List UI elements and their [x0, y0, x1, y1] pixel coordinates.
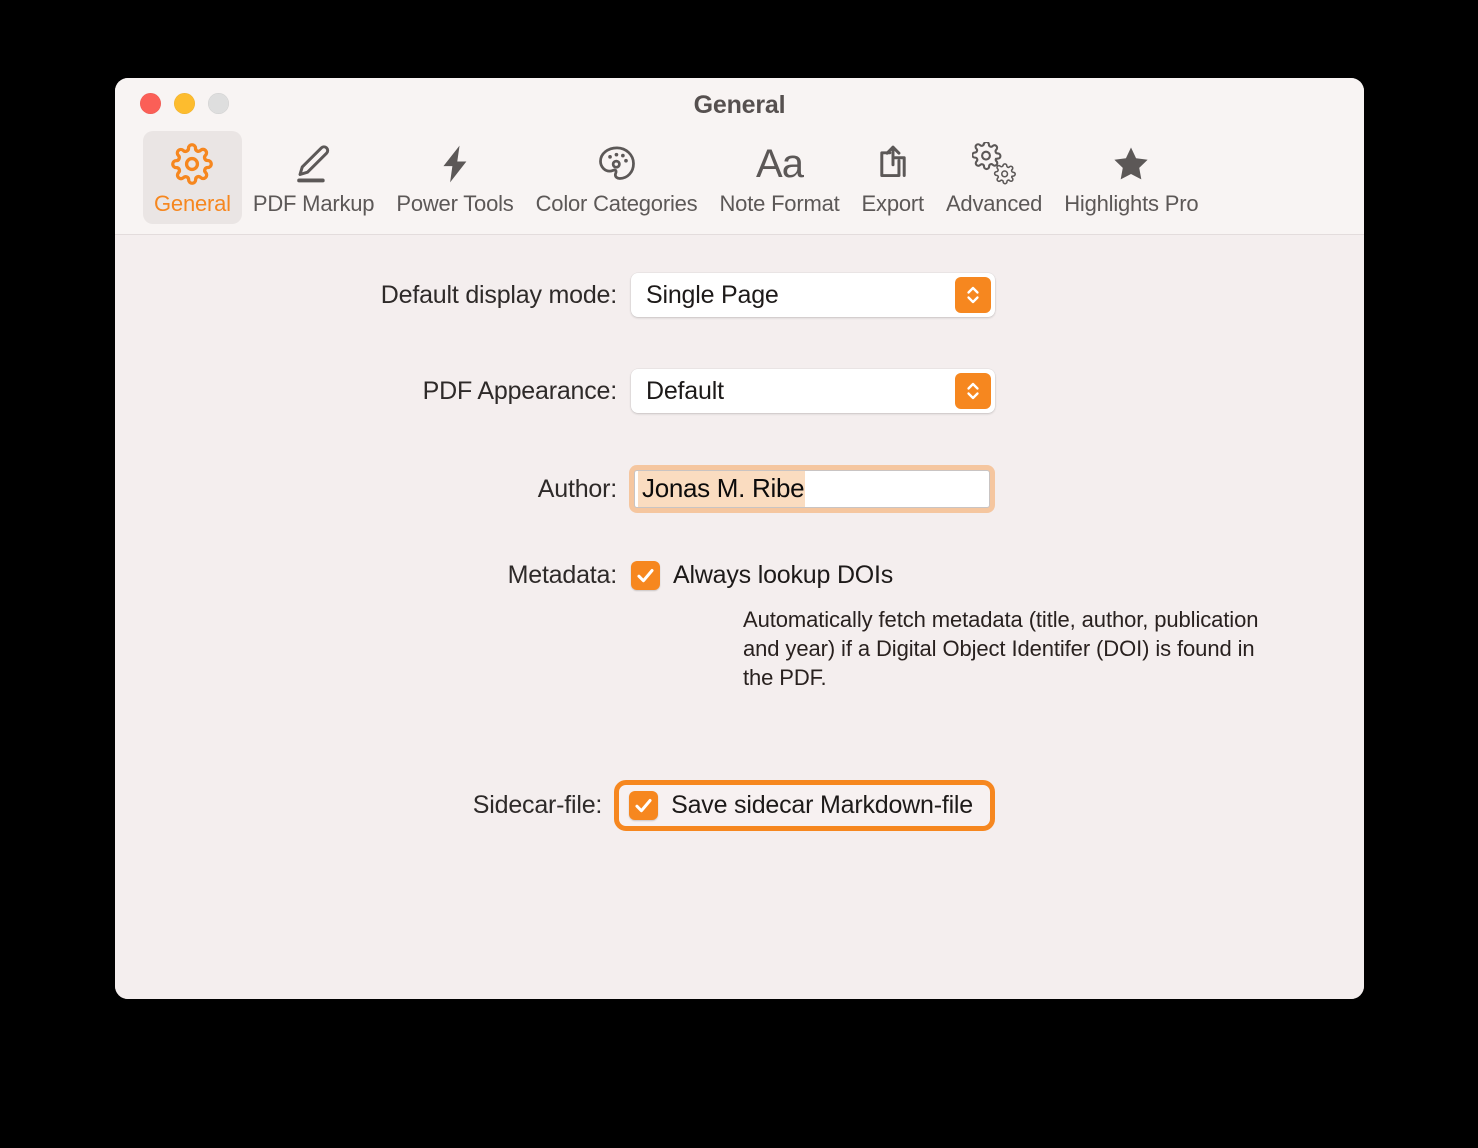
tab-highlights-pro-label: Highlights Pro — [1064, 191, 1199, 216]
tab-general[interactable]: General — [143, 131, 242, 224]
tab-pdf-markup[interactable]: PDF Markup — [242, 131, 385, 224]
display-mode-row: Default display mode: Single Page — [115, 273, 995, 317]
double-gear-icon — [972, 139, 1016, 189]
metadata-label: Metadata: — [507, 561, 618, 589]
gear-icon — [171, 139, 214, 189]
tab-note-format[interactable]: Aa Note Format — [708, 131, 850, 224]
chevron-up-down-icon — [955, 277, 991, 313]
display-mode-label: Default display mode: — [380, 280, 617, 309]
author-input-value: Jonas M. Ribe — [638, 471, 806, 507]
pdf-appearance-row: PDF Appearance: Default — [115, 369, 995, 413]
desktop-background: General General PDF Markup Power Tools C… — [0, 0, 1478, 1148]
tab-power-tools-label: Power Tools — [396, 191, 514, 216]
tab-color-categories[interactable]: Color Categories — [525, 131, 709, 224]
tab-advanced-label: Advanced — [945, 191, 1043, 216]
metadata-description: Automatically fetch metadata (title, aut… — [743, 607, 1259, 690]
tab-power-tools[interactable]: Power Tools — [385, 131, 524, 224]
pdf-appearance-label: PDF Appearance: — [422, 376, 618, 405]
window-title: General — [693, 91, 786, 119]
tab-note-format-label: Note Format — [719, 191, 840, 216]
author-label: Author: — [537, 474, 617, 503]
always-lookup-dois-label: Always lookup DOIs — [673, 561, 894, 589]
display-mode-value: Single Page — [646, 280, 779, 309]
tab-general-label: General — [154, 191, 231, 216]
aa-text-icon: Aa — [756, 142, 804, 186]
author-row: Author: Jonas M. Ribe — [115, 465, 995, 513]
tab-advanced[interactable]: Advanced — [935, 131, 1053, 224]
tab-pdf-markup-label: PDF Markup — [252, 191, 375, 216]
chevron-up-down-icon — [955, 373, 991, 409]
always-lookup-dois-checkbox-row[interactable]: Always lookup DOIs — [631, 561, 995, 590]
tab-export-label: Export — [861, 191, 925, 216]
author-field-focus-ring: Jonas M. Ribe — [629, 465, 995, 513]
pdf-appearance-value: Default — [646, 376, 724, 405]
preferences-toolbar: General PDF Markup Power Tools Color Cat… — [143, 131, 1209, 224]
star-icon — [1110, 139, 1152, 189]
tab-highlights-pro[interactable]: Highlights Pro — [1053, 131, 1209, 224]
author-input[interactable]: Jonas M. Ribe — [634, 470, 990, 508]
sidecar-row: Sidecar-file: Save sidecar Markdown-file — [115, 780, 995, 831]
tab-color-categories-label: Color Categories — [535, 191, 698, 216]
sidecar-label: Sidecar-file: — [472, 791, 603, 819]
pdf-appearance-popup-button[interactable]: Default — [631, 369, 995, 413]
metadata-row: Metadata: Always lookup DOIs — [115, 561, 995, 590]
preferences-window: General General PDF Markup Power Tools C… — [115, 78, 1364, 999]
display-mode-popup-button[interactable]: Single Page — [631, 273, 995, 317]
pencil-underline-icon — [293, 139, 335, 189]
tab-export[interactable]: Export — [851, 131, 935, 224]
sidecar-highlight-ring: Save sidecar Markdown-file — [614, 780, 995, 831]
palette-icon — [595, 139, 639, 189]
lightning-bolt-icon — [434, 139, 476, 189]
save-sidecar-label: Save sidecar Markdown-file — [671, 791, 973, 819]
general-settings-pane: Default display mode: Single Page PDF Ap… — [115, 235, 1364, 999]
checkmark-icon[interactable] — [631, 561, 660, 590]
share-export-icon — [872, 139, 914, 189]
window-titlebar: General General PDF Markup Power Tools C… — [115, 78, 1364, 235]
checkmark-icon[interactable] — [629, 791, 659, 820]
save-sidecar-checkbox-row[interactable]: Save sidecar Markdown-file — [629, 791, 973, 820]
